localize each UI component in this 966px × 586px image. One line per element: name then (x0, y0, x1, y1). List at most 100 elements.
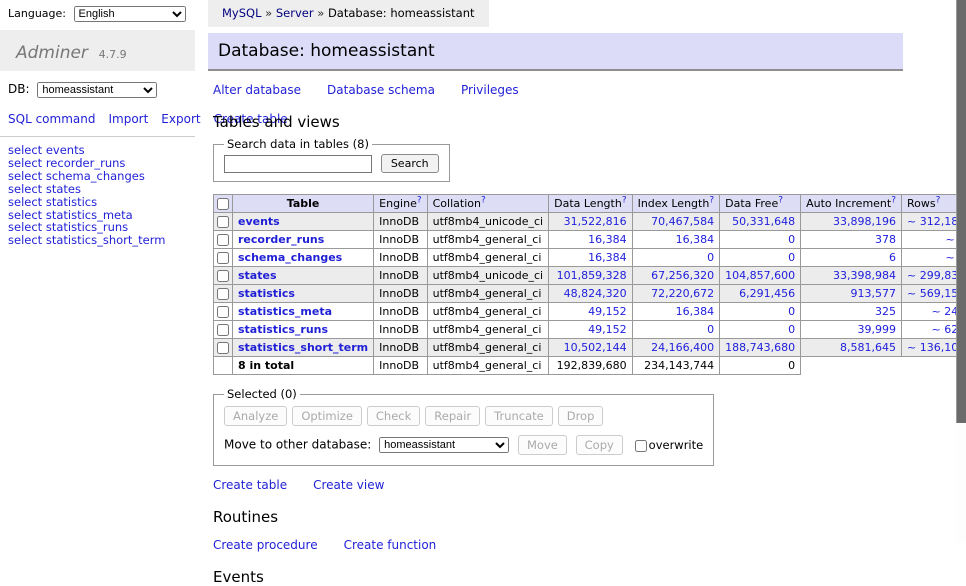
row-checkbox[interactable] (217, 288, 229, 300)
row-checkbox[interactable] (217, 252, 229, 264)
column-help-link[interactable]: ? (891, 195, 896, 205)
column-help-link[interactable]: ? (778, 195, 783, 205)
column-help-link-anchor[interactable]: ? (417, 195, 422, 205)
sidebar-table-select-link[interactable]: select recorder_runs (8, 157, 187, 170)
breadcrumb-link[interactable]: MySQL (222, 6, 262, 20)
index-length-link[interactable]: 0 (707, 323, 714, 336)
auto-increment-link[interactable]: 6 (889, 251, 896, 264)
column-header-label: Auto Increment (806, 197, 891, 210)
column-help-link[interactable]: ? (417, 195, 422, 205)
auto-increment-link[interactable]: 378 (875, 233, 896, 246)
breadcrumb-link[interactable]: Server (276, 6, 314, 20)
data-free-link[interactable]: 0 (788, 251, 795, 264)
sidebar-table-select-link[interactable]: select states (8, 183, 187, 196)
data-length-link[interactable]: 48,824,320 (564, 287, 627, 300)
table-name-link[interactable]: events (238, 215, 280, 228)
bulk-optimize-button[interactable]: Optimize (292, 406, 362, 426)
column-help-link[interactable]: ? (622, 195, 627, 205)
index-length-link[interactable]: 16,384 (676, 305, 715, 318)
data-length-link[interactable]: 16,384 (588, 251, 627, 264)
overwrite-checkbox[interactable] (635, 440, 647, 452)
collation-cell: utf8mb4_unicode_ci (427, 267, 548, 285)
app-name: Adminer (16, 43, 88, 63)
db-select[interactable]: homeassistant (37, 82, 157, 98)
routine-create-link[interactable]: Create procedure (213, 538, 318, 552)
create-link[interactable]: Create table (213, 478, 287, 492)
table-name-link[interactable]: statistics_meta (238, 305, 332, 318)
row-checkbox[interactable] (217, 216, 229, 228)
data-length-link[interactable]: 10,502,144 (564, 341, 627, 354)
index-length-link[interactable]: 24,166,400 (651, 341, 714, 354)
row-checkbox[interactable] (217, 324, 229, 336)
db-action-link[interactable]: Privileges (461, 83, 519, 97)
routine-create-link[interactable]: Create function (344, 538, 437, 552)
column-help-link[interactable]: ? (709, 195, 714, 205)
row-checkbox[interactable] (217, 234, 229, 246)
column-help-link[interactable]: ? (936, 195, 941, 205)
column-help-link-anchor[interactable]: ? (481, 195, 486, 205)
data-free-link[interactable]: 188,743,680 (725, 341, 795, 354)
bulk-truncate-button[interactable]: Truncate (485, 406, 553, 426)
auto-increment-link[interactable]: 33,398,984 (833, 269, 896, 282)
column-help-link-anchor[interactable]: ? (622, 195, 627, 205)
row-checkbox[interactable] (217, 306, 229, 318)
db-action-link[interactable]: Alter database (213, 83, 301, 97)
data-free-link[interactable]: 0 (788, 233, 795, 246)
data-length-link[interactable]: 101,859,328 (557, 269, 627, 282)
data-free-link[interactable]: 0 (788, 305, 795, 318)
auto-increment-link[interactable]: 33,898,196 (833, 215, 896, 228)
data-length-link[interactable]: 49,152 (588, 305, 627, 318)
auto-increment-link[interactable]: 325 (875, 305, 896, 318)
bulk-drop-button[interactable]: Drop (558, 406, 604, 426)
bulk-repair-button[interactable]: Repair (425, 406, 480, 426)
create-links: Create table Create view (213, 478, 966, 492)
data-free-link[interactable]: 104,857,600 (725, 269, 795, 282)
bulk-check-button[interactable]: Check (367, 406, 420, 426)
language-label: Language: (8, 7, 66, 20)
auto-increment-link[interactable]: 913,577 (851, 287, 897, 300)
index-length-link[interactable]: 70,467,584 (651, 215, 714, 228)
sidebar-menu-link[interactable]: Import (108, 112, 148, 126)
column-help-link[interactable]: ? (481, 195, 486, 205)
data-length-link[interactable]: 16,384 (588, 233, 627, 246)
language-select[interactable]: English (74, 6, 186, 22)
auto-increment-link[interactable]: 8,581,645 (840, 341, 896, 354)
index-length-link[interactable]: 67,256,320 (651, 269, 714, 282)
table-name-link[interactable]: recorder_runs (238, 233, 324, 246)
select-all-checkbox[interactable] (217, 198, 229, 210)
data-free-link[interactable]: 6,291,456 (739, 287, 795, 300)
index-length-link[interactable]: 72,220,672 (651, 287, 714, 300)
table-name-link[interactable]: schema_changes (238, 251, 342, 264)
data-length-link[interactable]: 31,522,816 (564, 215, 627, 228)
column-help-link-anchor[interactable]: ? (891, 195, 896, 205)
index-length-link[interactable]: 16,384 (676, 233, 715, 246)
bulk-analyze-button[interactable]: Analyze (224, 406, 287, 426)
table-name-link[interactable]: statistics (238, 287, 295, 300)
create-link[interactable]: Create view (313, 478, 384, 492)
sidebar-table-select-link[interactable]: select statistics (8, 196, 187, 209)
table-name-link[interactable]: statistics_runs (238, 323, 328, 336)
table-name-link[interactable]: statistics_short_term (238, 341, 368, 354)
table-name-link[interactable]: states (238, 269, 277, 282)
move-button[interactable]: Move (518, 435, 567, 455)
auto-increment-link[interactable]: 39,999 (858, 323, 897, 336)
search-input[interactable] (224, 155, 372, 173)
sidebar-table-select-link[interactable]: select schema_changes (8, 170, 187, 183)
copy-button[interactable]: Copy (576, 435, 623, 455)
data-free-link[interactable]: 50,331,648 (732, 215, 795, 228)
index-length-link[interactable]: 0 (707, 251, 714, 264)
sidebar-menu-link[interactable]: SQL command (8, 112, 95, 126)
data-free-cell: 104,857,600 (720, 267, 801, 285)
move-db-select[interactable]: homeassistant (379, 437, 509, 453)
search-button[interactable]: Search (381, 154, 439, 173)
data-free-link[interactable]: 0 (788, 323, 795, 336)
db-action-link[interactable]: Database schema (327, 83, 435, 97)
column-help-link-anchor[interactable]: ? (778, 195, 783, 205)
row-checkbox[interactable] (217, 342, 229, 354)
sidebar-table-select-link[interactable]: select statistics_short_term (8, 234, 187, 247)
data-length-link[interactable]: 49,152 (588, 323, 627, 336)
scrollbar-thumb[interactable] (956, 0, 966, 423)
column-help-link-anchor[interactable]: ? (709, 195, 714, 205)
column-help-link-anchor[interactable]: ? (936, 195, 941, 205)
row-checkbox[interactable] (217, 270, 229, 282)
